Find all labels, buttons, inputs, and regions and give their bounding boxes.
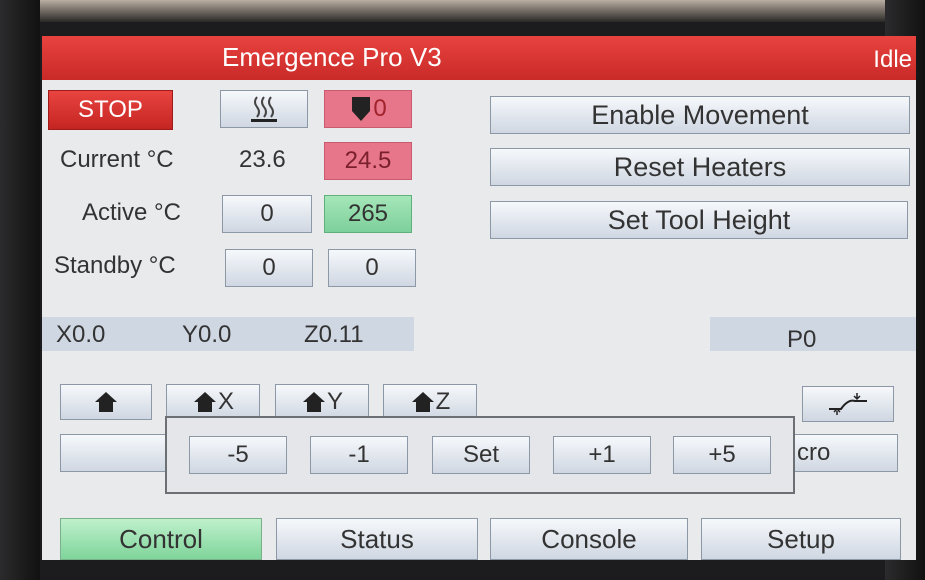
home-icon	[95, 392, 117, 412]
bed-current-temp: 23.6	[239, 146, 286, 173]
set-tool-height-button[interactable]: Set Tool Height	[490, 201, 908, 239]
home-icon	[193, 392, 216, 412]
stop-button[interactable]: STOP	[48, 90, 173, 130]
standby-temp-label: Standby °C	[54, 252, 176, 279]
plus1-label: +1	[588, 441, 616, 468]
minus5-label: -5	[227, 441, 249, 468]
set-button[interactable]: Set	[432, 436, 530, 474]
set-tool-height-label: Set Tool Height	[607, 204, 791, 235]
babystep-button[interactable]	[802, 386, 894, 422]
home-icon	[302, 392, 325, 412]
home-x-button[interactable]: X	[166, 384, 260, 420]
macro-button[interactable]: cro	[782, 434, 898, 472]
minus1-label: -1	[348, 441, 370, 468]
stop-button-label: STOP	[78, 96, 143, 123]
tab-console[interactable]: Console	[490, 518, 688, 560]
home-z-label: Z	[435, 388, 451, 415]
bed-active-temp-value: 0	[260, 200, 274, 227]
home-x-label: X	[217, 388, 234, 415]
enable-movement-button[interactable]: Enable Movement	[490, 96, 910, 134]
macro-button-label: cro	[797, 439, 831, 466]
home-z-button[interactable]: Z	[383, 384, 477, 420]
tab-console-label: Console	[541, 523, 637, 554]
z-position: Z0.11	[304, 321, 364, 348]
tool-heater-button[interactable]: 0	[324, 90, 412, 128]
reset-heaters-button[interactable]: Reset Heaters	[490, 148, 910, 186]
minus5-button[interactable]: -5	[189, 436, 287, 474]
tool-current-temp: 24.5	[324, 142, 412, 180]
home-y-label: Y	[326, 388, 343, 415]
tab-status-label: Status	[340, 523, 414, 554]
home-icon	[411, 392, 434, 412]
title-bar: Emergence Pro V3 Idle	[42, 36, 916, 80]
reset-heaters-label: Reset Heaters	[613, 151, 787, 182]
app-title: Emergence Pro V3	[222, 42, 442, 72]
home-all-button[interactable]	[60, 384, 152, 420]
device-bezel-left	[0, 0, 40, 580]
tool-number: 0	[373, 95, 387, 122]
heater-waves-icon	[251, 96, 277, 122]
minus1-button[interactable]: -1	[310, 436, 408, 474]
plus1-button[interactable]: +1	[553, 436, 651, 474]
bed-heater-button[interactable]	[220, 90, 308, 128]
tool-standby-temp-value: 0	[365, 254, 379, 281]
babystep-icon	[829, 393, 867, 415]
bed-standby-temp-value: 0	[262, 254, 276, 281]
tool-standby-temp-button[interactable]: 0	[328, 249, 416, 287]
z-adjust-popup: -5 -1 Set +1 +5	[165, 416, 795, 494]
plus5-label: +5	[708, 441, 736, 468]
tool-active-temp-value: 265	[347, 200, 389, 227]
tool-head-icon	[352, 97, 371, 121]
bed-active-temp-button[interactable]: 0	[222, 195, 312, 233]
enable-movement-label: Enable Movement	[591, 99, 809, 130]
p-position: P0	[787, 326, 817, 353]
tab-control[interactable]: Control	[60, 518, 262, 560]
active-temp-label: Active °C	[82, 199, 181, 226]
tab-control-label: Control	[119, 523, 203, 554]
y-position: Y0.0	[182, 321, 232, 348]
tab-setup[interactable]: Setup	[701, 518, 901, 560]
device-bezel-top	[0, 0, 925, 22]
tab-status[interactable]: Status	[276, 518, 478, 560]
plus5-button[interactable]: +5	[673, 436, 771, 474]
tool-current-temp-value: 24.5	[344, 147, 392, 174]
touch-screen: Emergence Pro V3 Idle STOP 0 Enable Move…	[42, 36, 916, 560]
tab-setup-label: Setup	[767, 523, 835, 554]
bed-standby-temp-button[interactable]: 0	[225, 249, 313, 287]
current-temp-label: Current °C	[60, 146, 174, 173]
tool-active-temp-button[interactable]: 265	[324, 195, 412, 233]
x-position: X0.0	[56, 321, 106, 348]
home-y-button[interactable]: Y	[275, 384, 369, 420]
set-label: Set	[462, 441, 500, 468]
machine-status: Idle	[873, 46, 912, 73]
